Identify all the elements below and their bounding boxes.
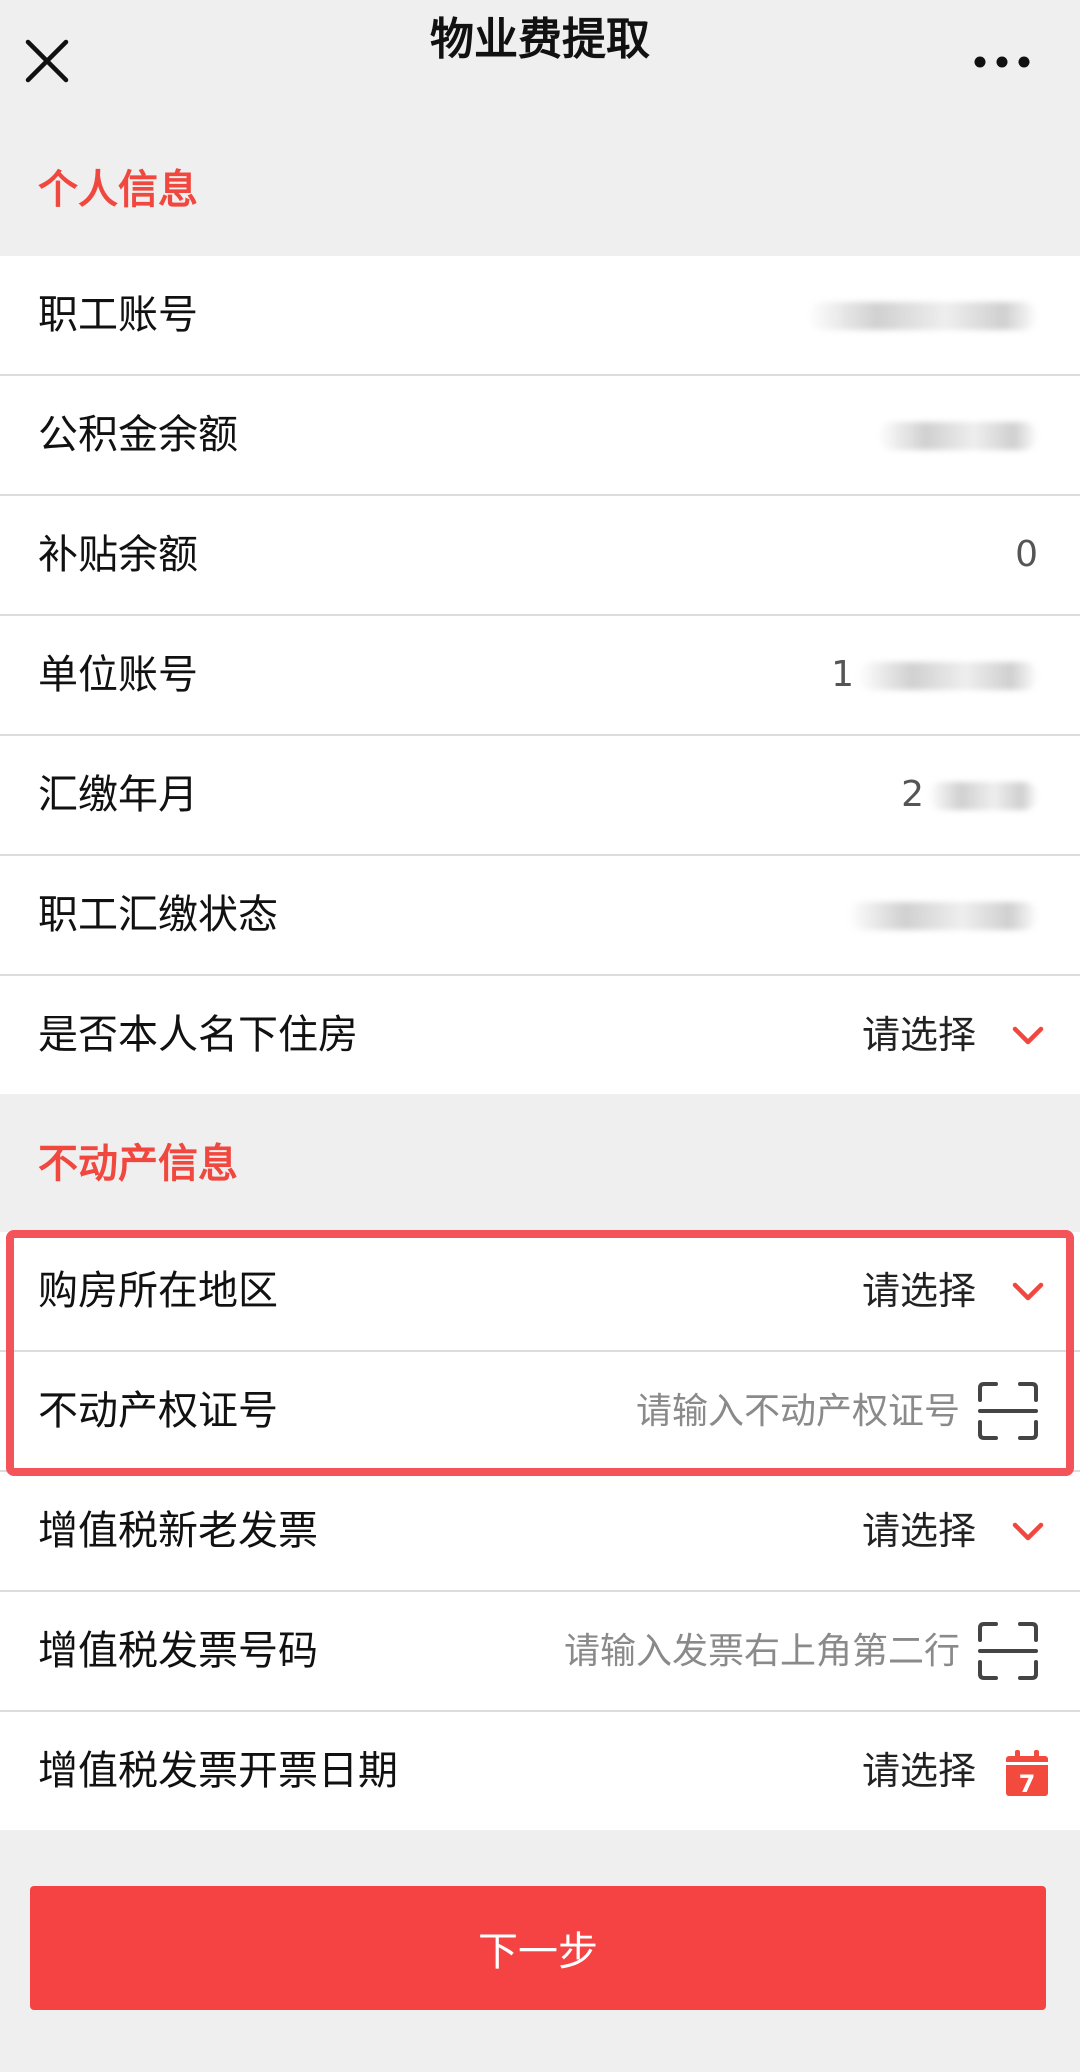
row-label: 增值税发票号码: [38, 1628, 318, 1674]
personal-info-panel: 职工账号 公积金余额 补贴余额 0 单位账号 1 汇缴年月 2 职工汇缴状态 是…: [0, 256, 1080, 1094]
row-fund-balance: 公积金余额: [0, 376, 1080, 496]
chevron-down-icon[interactable]: [1010, 1274, 1046, 1310]
masked-value: [848, 902, 1038, 930]
row-unit-account: 单位账号 1: [0, 616, 1080, 736]
row-label: 补贴余额: [38, 532, 198, 578]
scan-icon[interactable]: [976, 1380, 1040, 1442]
row-purchase-region[interactable]: 购房所在地区 请选择: [0, 1232, 1080, 1352]
employee-account-value: [804, 256, 1038, 374]
row-vat-invoice-number: 增值税发票号码: [0, 1592, 1080, 1712]
nav-bar: 物业费提取: [0, 0, 1080, 120]
row-vat-invoice-date[interactable]: 增值税发票开票日期 请选择 7: [0, 1712, 1080, 1830]
property-info-panel: 购房所在地区 请选择 不动产权证号 增值税新老发票 请选择 增值税发票号码: [0, 1232, 1080, 1830]
row-label: 增值税发票开票日期: [38, 1748, 398, 1794]
payment-status-value: [844, 856, 1038, 974]
row-vat-invoice-type[interactable]: 增值税新老发票 请选择: [0, 1472, 1080, 1592]
row-payment-month: 汇缴年月 2: [0, 736, 1080, 856]
chevron-down-icon[interactable]: [1010, 1514, 1046, 1550]
masked-value: [928, 782, 1038, 810]
row-label: 职工账号: [38, 292, 198, 338]
vat-invoice-number-input[interactable]: [540, 1616, 960, 1686]
page-title: 物业费提取: [430, 14, 650, 65]
masked-value: [878, 422, 1038, 450]
row-own-house[interactable]: 是否本人名下住房 请选择: [0, 976, 1080, 1094]
payment-month-value: 2: [901, 736, 1038, 854]
row-label: 汇缴年月: [38, 772, 198, 818]
section-title-property: 不动产信息: [38, 1141, 238, 1187]
row-label: 不动产权证号: [38, 1388, 278, 1434]
scan-icon[interactable]: [976, 1620, 1040, 1682]
more-icon[interactable]: [972, 44, 1032, 80]
row-subsidy-balance: 补贴余额 0: [0, 496, 1080, 616]
next-button[interactable]: 下一步: [30, 1886, 1046, 2010]
subsidy-balance-value: 0: [1015, 534, 1038, 575]
row-property-cert: 不动产权证号: [0, 1352, 1080, 1472]
property-cert-input[interactable]: [520, 1376, 960, 1446]
row-label: 是否本人名下住房: [38, 1012, 358, 1058]
vat-invoice-type-select[interactable]: 请选择: [862, 1472, 976, 1590]
masked-value: [858, 662, 1038, 690]
row-employee-account: 职工账号: [0, 256, 1080, 376]
unit-account-value: 1: [831, 616, 1038, 734]
row-label: 单位账号: [38, 652, 198, 698]
row-payment-status: 职工汇缴状态: [0, 856, 1080, 976]
purchase-region-select[interactable]: 请选择: [862, 1232, 976, 1350]
section-title-personal: 个人信息: [38, 167, 198, 213]
calendar-icon-day: 7: [1019, 1770, 1036, 1798]
row-label: 购房所在地区: [38, 1268, 278, 1314]
row-label: 公积金余额: [38, 412, 238, 458]
own-house-select[interactable]: 请选择: [862, 976, 976, 1094]
chevron-down-icon[interactable]: [1010, 1018, 1046, 1054]
masked-value: [808, 302, 1038, 330]
vat-invoice-date-select[interactable]: 请选择: [862, 1712, 976, 1830]
row-label: 增值税新老发票: [38, 1508, 318, 1554]
fund-balance-value: [874, 376, 1038, 494]
row-label: 职工汇缴状态: [38, 892, 278, 938]
calendar-icon[interactable]: 7: [1004, 1748, 1050, 1798]
